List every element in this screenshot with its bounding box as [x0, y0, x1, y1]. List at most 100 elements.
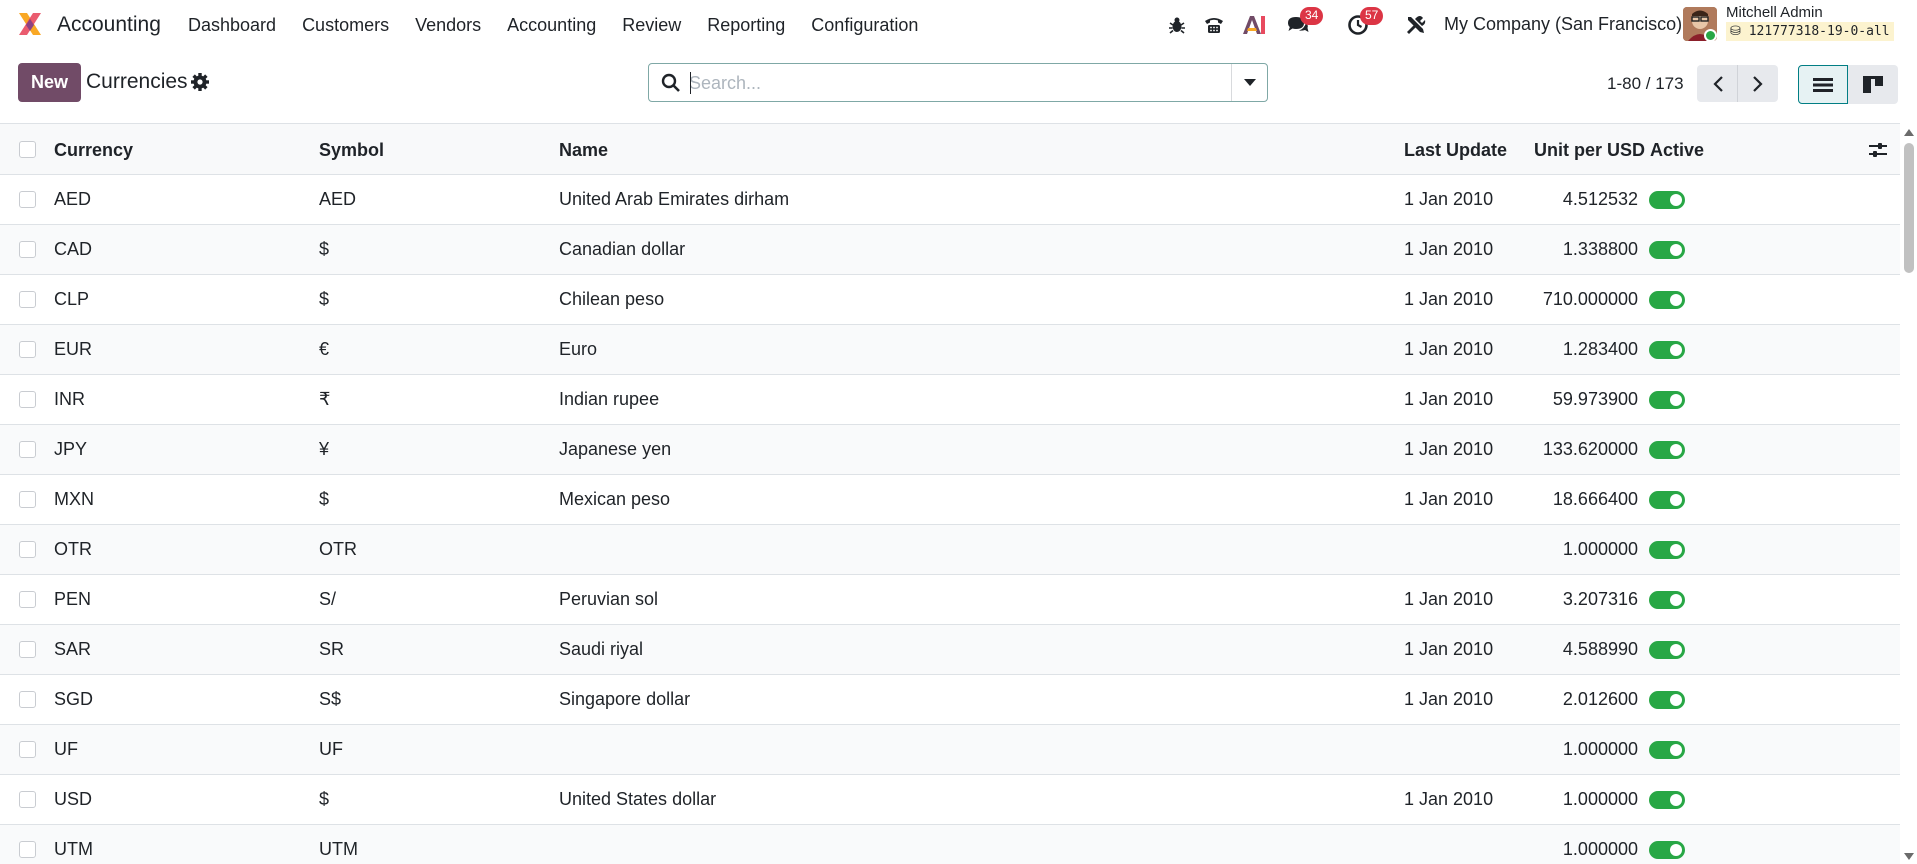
table-row[interactable]: PEN S/Peruvian sol 1 Jan 2010 3.207316	[0, 575, 1900, 625]
row-checkbox[interactable]	[19, 341, 36, 358]
menu-configuration[interactable]: Configuration	[811, 15, 918, 36]
gear-icon[interactable]	[189, 71, 211, 93]
cell-name: Canadian dollar	[559, 239, 686, 259]
table-row[interactable]: OTR OTR 1.000000	[0, 525, 1900, 575]
cell-name: Japanese yen	[559, 439, 672, 459]
table-row[interactable]: UF UF 1.000000	[0, 725, 1900, 775]
table-row[interactable]: INR ₹ Indian rupee 1 Jan 2010 59.973900	[0, 375, 1900, 425]
row-checkbox[interactable]	[19, 191, 36, 208]
active-toggle[interactable]	[1649, 791, 1685, 809]
row-checkbox[interactable]	[19, 791, 36, 808]
pager-next-button[interactable]	[1737, 65, 1778, 102]
active-toggle[interactable]	[1649, 841, 1685, 859]
menu-customers[interactable]: Customers	[302, 15, 389, 36]
column-header-active[interactable]: Active	[1650, 140, 1704, 161]
cell-name: Chilean peso	[559, 289, 665, 309]
select-all-checkbox[interactable]	[19, 141, 36, 158]
table-row[interactable]: EUR € Euro 1 Jan 2010 1.283400	[0, 325, 1900, 375]
cell-unit-per-usd: 4.512532	[1562, 189, 1638, 209]
cell-symbol: €	[319, 339, 330, 359]
list-view-button[interactable]	[1798, 65, 1848, 104]
currencies-list: Currency Symbol Name Last Update Unit pe…	[0, 123, 1900, 864]
menu-vendors[interactable]: Vendors	[415, 15, 481, 36]
table-row[interactable]: JPY ¥ Japanese yen 1 Jan 2010 133.620000	[0, 425, 1900, 475]
menu-reporting[interactable]: Reporting	[707, 15, 785, 36]
optional-columns-icon[interactable]	[1867, 139, 1889, 161]
active-toggle[interactable]	[1649, 291, 1685, 309]
table-row[interactable]: SAR SR Saudi riyal 1 Jan 2010 4.588990	[0, 625, 1900, 675]
cell-symbol: ₹	[319, 389, 331, 409]
scrollbar[interactable]	[1901, 123, 1917, 864]
cell-unit-per-usd: 59.973900	[1552, 389, 1638, 409]
active-toggle[interactable]	[1649, 641, 1685, 659]
ai-icon[interactable]	[1241, 12, 1267, 38]
scroll-up-icon[interactable]	[1904, 129, 1914, 136]
scrollbar-thumb[interactable]	[1904, 143, 1914, 273]
row-checkbox[interactable]	[19, 641, 36, 658]
column-header-currency[interactable]: Currency	[54, 140, 133, 161]
row-checkbox[interactable]	[19, 291, 36, 308]
active-toggle[interactable]	[1649, 191, 1685, 209]
search-options-toggle[interactable]	[1231, 64, 1267, 101]
row-checkbox[interactable]	[19, 591, 36, 608]
column-header-symbol[interactable]: Symbol	[319, 140, 384, 161]
search-input[interactable]	[689, 70, 1209, 96]
active-toggle[interactable]	[1649, 691, 1685, 709]
cell-currency: EUR	[54, 339, 93, 359]
table-row[interactable]: AED AED United Arab Emirates dirham 1 Jan 2…	[0, 175, 1900, 225]
phone-icon[interactable]	[1201, 12, 1227, 38]
cell-symbol: ¥	[319, 439, 330, 459]
app-name[interactable]: Accounting	[57, 13, 161, 37]
kanban-view-button[interactable]	[1848, 65, 1898, 104]
pager-value[interactable]: 1-80 / 173	[1607, 74, 1684, 94]
table-row[interactable]: CAD $ Canadian dollar 1 Jan 2010 1.338800	[0, 225, 1900, 275]
row-checkbox[interactable]	[19, 691, 36, 708]
row-checkbox[interactable]	[19, 541, 36, 558]
active-toggle[interactable]	[1649, 591, 1685, 609]
active-toggle[interactable]	[1649, 541, 1685, 559]
active-toggle[interactable]	[1649, 391, 1685, 409]
row-checkbox[interactable]	[19, 391, 36, 408]
column-header-last-update[interactable]: Last Update	[1404, 140, 1507, 161]
cell-name: United Arab Emirates dirham	[559, 189, 790, 209]
cell-currency: SAR	[54, 639, 92, 659]
table-row[interactable]: SGD S$ Singapore dollar 1 Jan 2010 2.012600	[0, 675, 1900, 725]
active-toggle[interactable]	[1649, 441, 1685, 459]
table-row[interactable]: UTM UTM 1.000000	[0, 825, 1900, 864]
active-toggle[interactable]	[1649, 341, 1685, 359]
active-toggle[interactable]	[1649, 741, 1685, 759]
new-button[interactable]: New	[18, 63, 81, 102]
cell-currency: INR	[54, 389, 85, 409]
messages-icon[interactable]: 34	[1285, 7, 1324, 38]
cell-last-update: 1 Jan 2010	[1404, 339, 1494, 359]
menu-accounting[interactable]: Accounting	[507, 15, 596, 36]
activity-clock-icon[interactable]: 57	[1345, 7, 1384, 38]
menu-dashboard[interactable]: Dashboard	[188, 15, 276, 36]
scroll-down-icon[interactable]	[1904, 853, 1914, 860]
row-checkbox[interactable]	[19, 491, 36, 508]
company-switcher[interactable]: My Company (San Francisco)	[1444, 14, 1682, 35]
column-header-name[interactable]: Name	[559, 140, 608, 161]
active-toggle[interactable]	[1649, 241, 1685, 259]
table-row[interactable]: CLP $ Chilean peso 1 Jan 2010 710.000000	[0, 275, 1900, 325]
tools-icon[interactable]	[1403, 12, 1429, 38]
user-name[interactable]: Mitchell Admin	[1726, 4, 1823, 21]
table-row[interactable]: USD $ United States dollar 1 Jan 2010 1.0000…	[0, 775, 1900, 825]
accounting-app-icon[interactable]	[16, 10, 44, 38]
pager-previous-button[interactable]	[1697, 65, 1738, 102]
cell-currency: MXN	[54, 489, 94, 509]
database-icon: ⛁	[1730, 24, 1749, 39]
table-row[interactable]: MXN $ Mexican peso 1 Jan 2010 18.666400	[0, 475, 1900, 525]
menu-review[interactable]: Review	[622, 15, 681, 36]
column-header-unit-per-usd[interactable]: Unit per USD	[1534, 140, 1645, 161]
cell-last-update: 1 Jan 2010	[1404, 389, 1494, 409]
cell-currency: AED	[54, 189, 92, 209]
active-toggle[interactable]	[1649, 491, 1685, 509]
row-checkbox[interactable]	[19, 241, 36, 258]
bug-icon[interactable]	[1164, 12, 1190, 38]
cell-last-update: 1 Jan 2010	[1404, 689, 1494, 709]
cell-symbol: S/	[319, 589, 337, 609]
row-checkbox[interactable]	[19, 841, 36, 858]
row-checkbox[interactable]	[19, 441, 36, 458]
row-checkbox[interactable]	[19, 741, 36, 758]
